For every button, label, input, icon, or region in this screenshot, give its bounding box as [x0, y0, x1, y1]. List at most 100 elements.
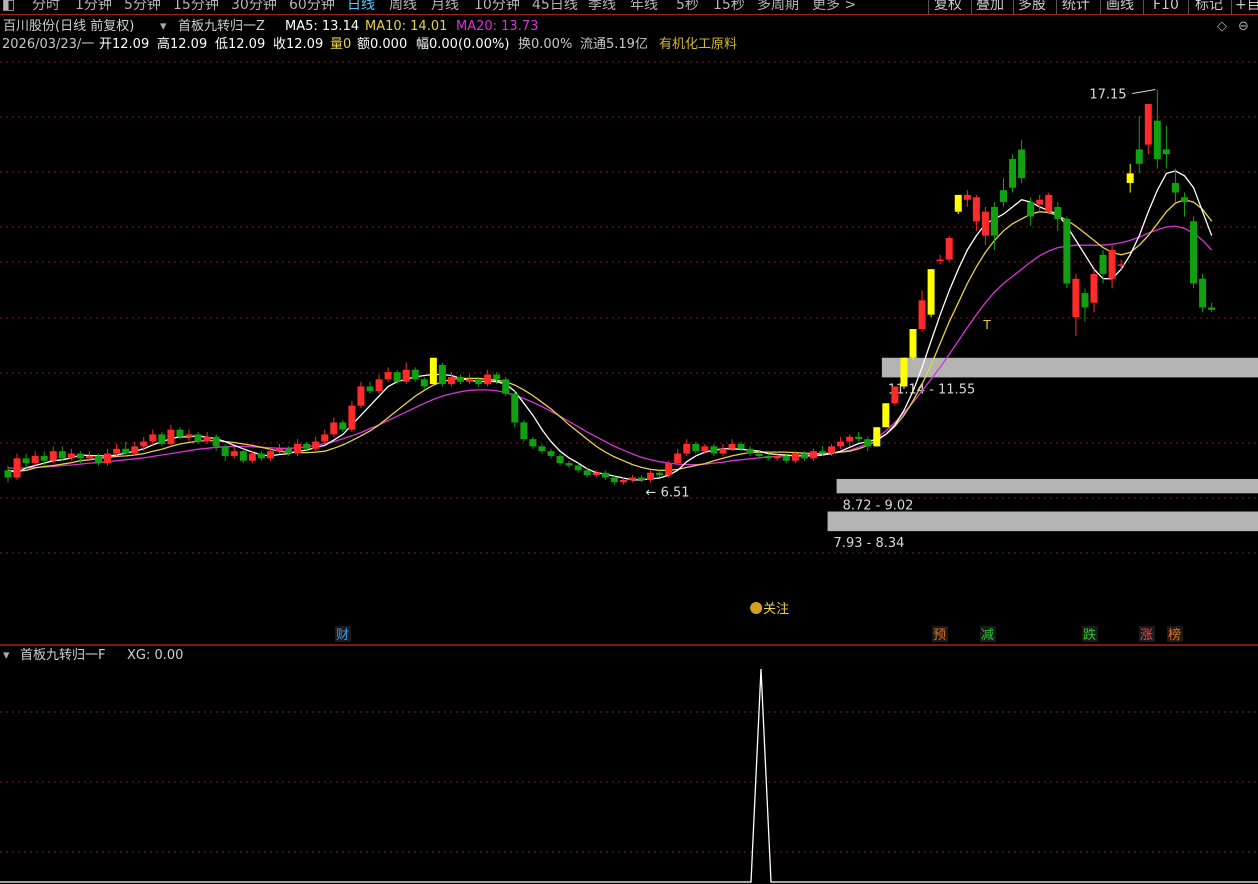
- candle-body: [927, 269, 935, 315]
- candle-body: [864, 439, 872, 447]
- candle-body: [475, 379, 483, 385]
- candle-body: [466, 379, 474, 382]
- candle-body: [656, 472, 664, 476]
- candle-body: [601, 472, 609, 478]
- candle-body: [67, 453, 75, 459]
- event-tag: 减: [981, 628, 994, 643]
- candle-body: [1171, 182, 1179, 193]
- candle-body: [1063, 218, 1071, 284]
- candle-body: [13, 458, 21, 478]
- candle-body: [855, 436, 863, 440]
- candle-body: [683, 443, 691, 454]
- candle-body: [1153, 120, 1161, 159]
- candle-body: [538, 446, 546, 452]
- candle-body: [221, 446, 229, 456]
- candle-body: [31, 455, 39, 464]
- candle-body: [755, 453, 763, 456]
- sub-indicator-name[interactable]: 首板九转归一F: [20, 648, 105, 664]
- candle-body: [891, 386, 899, 404]
- candle-body: [4, 470, 12, 478]
- candle-body: [1072, 278, 1080, 318]
- candle-body: [628, 477, 636, 480]
- candle-body: [122, 448, 130, 454]
- candle-body: [1027, 202, 1035, 217]
- event-tag: 跌: [1083, 627, 1096, 643]
- candle-body: [149, 434, 157, 442]
- candle-body: [411, 369, 419, 380]
- sub-indicator-dropdown-icon[interactable]: ▾: [3, 648, 10, 664]
- candle-body: [909, 329, 917, 358]
- high-price-label: 17.15: [1089, 88, 1126, 103]
- candle-body: [1045, 194, 1053, 212]
- candle-body: [665, 463, 673, 476]
- candle-body: [1054, 206, 1062, 219]
- t-signal-mark: T: [982, 318, 991, 332]
- candle-body: [58, 451, 66, 459]
- candle-body: [954, 194, 962, 212]
- candle-body: [972, 197, 980, 222]
- support-zone-band: [836, 478, 1258, 494]
- candle-body: [990, 206, 998, 236]
- candle-body: [674, 453, 682, 464]
- candle-body: [764, 455, 772, 459]
- candle-body: [22, 458, 30, 464]
- candle-body: [692, 443, 700, 452]
- candle-body: [782, 455, 790, 461]
- follow-tag: 关注: [763, 602, 789, 617]
- candle-body: [1190, 221, 1198, 284]
- candle-body: [963, 194, 971, 200]
- candle-body: [610, 477, 618, 483]
- candle-body: [1117, 264, 1125, 266]
- event-tag: 预: [933, 628, 946, 643]
- candle-body: [945, 238, 953, 260]
- candle-body: [276, 448, 283, 452]
- xg-signal-line: [0, 668, 1258, 883]
- candle-body: [1018, 149, 1026, 179]
- candle-body: [76, 453, 84, 459]
- candle-body: [339, 422, 347, 430]
- high-arrow-line: [1132, 89, 1156, 95]
- candle-body: [529, 439, 537, 447]
- candle-body: [828, 446, 836, 454]
- candle-body: [837, 441, 845, 447]
- candle-body: [158, 434, 166, 444]
- candle-body: [384, 372, 392, 380]
- candle-body: [266, 451, 274, 459]
- candle-body: [49, 451, 57, 461]
- candle-body: [556, 455, 564, 464]
- candle-body: [457, 376, 464, 382]
- candle-body: [230, 451, 238, 456]
- candle-body: [239, 451, 247, 461]
- candle-body: [846, 436, 854, 442]
- event-tag: 财: [336, 628, 349, 643]
- money-bag-icon: [750, 602, 763, 614]
- kline-chart[interactable]: 11.14 - 11.558.72 - 9.027.93 - 8.34 17.1…: [0, 0, 1258, 884]
- candle-body: [330, 422, 338, 435]
- candle-body: [701, 446, 709, 452]
- candle-body: [565, 463, 573, 466]
- low-price-label: ← 6.51: [646, 486, 690, 501]
- candle-body: [981, 211, 989, 236]
- candle-body: [1144, 103, 1152, 145]
- candle-body: [321, 434, 329, 442]
- candle-body: [502, 379, 510, 394]
- candle-body: [809, 451, 817, 459]
- candle-body: [357, 386, 365, 406]
- candle-body: [167, 429, 175, 444]
- candle-body: [429, 357, 437, 385]
- candle-body: [819, 451, 826, 454]
- candle-body: [882, 403, 890, 428]
- candle-body: [493, 374, 501, 380]
- candle-body: [873, 427, 881, 447]
- candle-body: [1000, 190, 1007, 203]
- candle-body: [592, 472, 600, 476]
- candle-body: [257, 453, 265, 459]
- candle-body: [1135, 149, 1143, 164]
- candle-body: [1208, 307, 1216, 310]
- candle-body: [294, 443, 302, 454]
- candle-body: [719, 448, 727, 454]
- candle-body: [104, 453, 112, 464]
- candle-body: [303, 443, 311, 449]
- candle-body: [1108, 250, 1116, 279]
- candle-body: [95, 455, 102, 464]
